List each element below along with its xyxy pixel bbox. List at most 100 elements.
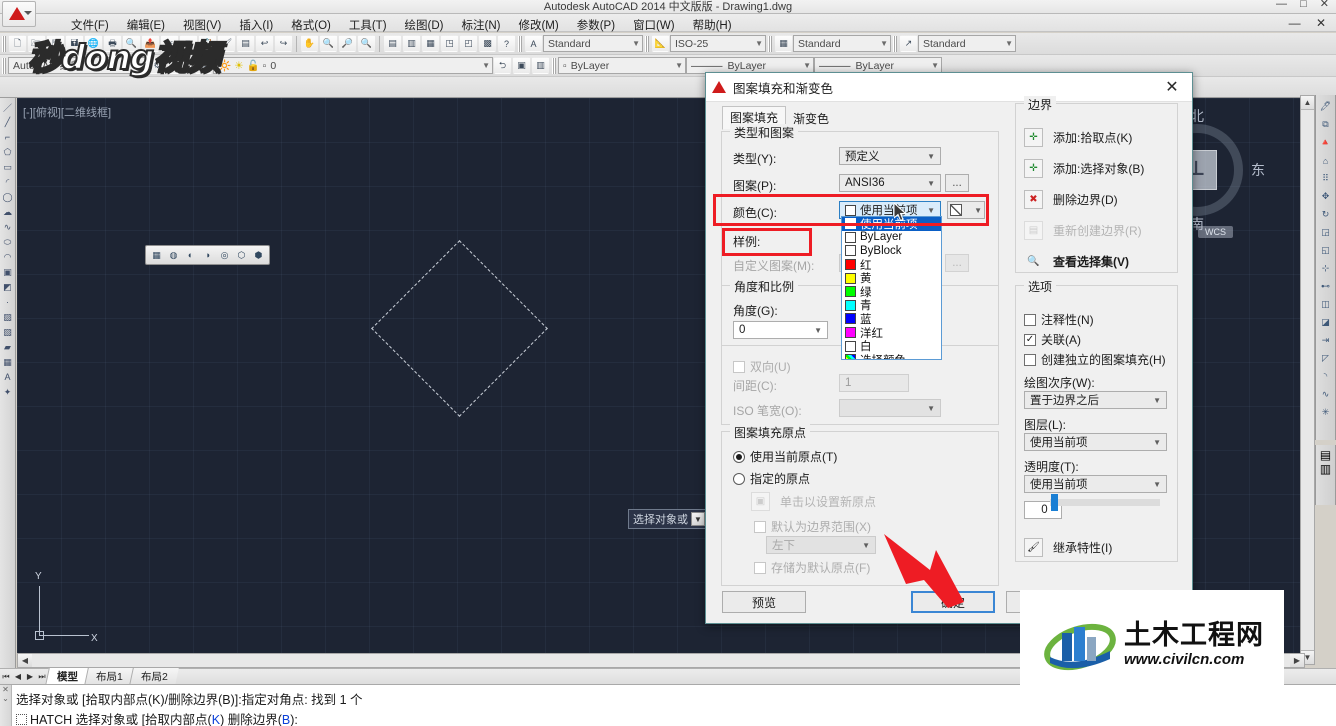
line-icon[interactable]: ／ — [1, 100, 15, 114]
properties-icon[interactable]: ▤ — [384, 35, 401, 52]
ellipse-icon[interactable]: ⬭ — [1, 235, 15, 249]
vertical-scrollbar[interactable]: ▲ ▼ — [1300, 95, 1315, 665]
next-tab-icon[interactable]: ▶ — [24, 672, 36, 681]
trim-icon[interactable]: ⊹ — [1317, 260, 1334, 277]
markup-icon[interactable]: ◰ — [460, 35, 477, 52]
scroll-left-icon[interactable]: ◀ — [18, 654, 32, 667]
table-icon[interactable]: ▦ — [1, 355, 15, 369]
menu-parametric[interactable]: 参数(P) — [568, 16, 624, 34]
array-icon[interactable]: ⠿ — [1317, 170, 1334, 187]
color-option-blue[interactable]: 蓝 — [842, 312, 941, 326]
continuous-orbit-icon[interactable]: ◎ — [217, 248, 232, 263]
spline-icon[interactable]: ∿ — [1, 220, 15, 234]
extend-icon[interactable]: ⊷ — [1317, 278, 1334, 295]
preview-button[interactable]: 预览 — [722, 591, 806, 613]
visual-style-icon[interactable]: ⬡ — [234, 248, 249, 263]
region-icon[interactable]: ▰ — [1, 340, 15, 354]
menu-help[interactable]: 帮助(H) — [684, 16, 741, 34]
layer-combo-dialog[interactable]: 使用当前项 ▼ — [1024, 433, 1167, 451]
type-combo[interactable]: 预定义 ▼ — [839, 147, 941, 165]
slider-thumb[interactable] — [1051, 494, 1058, 511]
break-icon[interactable]: ◪ — [1317, 314, 1334, 331]
paste-secondary-icon[interactable]: ▥ — [1320, 462, 1331, 476]
layer-previous-icon[interactable]: ⮌ — [494, 57, 511, 74]
color-option-red[interactable]: 红 — [842, 258, 941, 272]
toolpalettes-icon[interactable]: ▦ — [422, 35, 439, 52]
toolbar-grip-8[interactable] — [552, 57, 556, 74]
zoom-previous-icon[interactable]: 🔍 — [358, 35, 375, 52]
matchprop-icon[interactable]: 🖌 — [218, 35, 235, 52]
view-selections-button[interactable]: 🔍 查看选择集(V) — [1024, 252, 1129, 271]
sheetset-icon[interactable]: ◳ — [441, 35, 458, 52]
associative-checkbox[interactable]: ✓ 关联(A) — [1024, 331, 1081, 348]
polygon-icon[interactable]: ⬠ — [1, 145, 15, 159]
erase-icon[interactable]: 🖊 — [1317, 98, 1334, 115]
new-file-icon[interactable]: 🗋 — [9, 35, 26, 52]
toolbar-grip-5[interactable] — [893, 35, 897, 52]
pan-icon[interactable]: ✋ — [301, 35, 318, 52]
layer-make-current-icon[interactable]: ▥ — [532, 57, 549, 74]
revcloud-icon[interactable]: ☁ — [1, 205, 15, 219]
color-option-magenta[interactable]: 洋红 — [842, 326, 941, 340]
menu-draw[interactable]: 绘图(D) — [396, 16, 453, 34]
menu-window[interactable]: 窗口(W) — [624, 16, 684, 34]
menu-insert[interactable]: 插入(I) — [230, 16, 282, 34]
rectangle-icon[interactable]: ▭ — [1, 160, 15, 174]
close-icon[interactable]: ✕ — [1158, 77, 1186, 97]
object-color-combo[interactable]: ▫ ByLayer ▼ — [558, 57, 686, 74]
add-selected-icon[interactable]: ✦ — [1, 385, 15, 399]
first-tab-icon[interactable]: ⏮ — [0, 672, 12, 682]
text-style-icon[interactable]: A — [525, 35, 542, 52]
remove-boundaries-button[interactable]: ✖ 删除边界(D) — [1024, 190, 1118, 209]
separate-hatches-checkbox[interactable]: 创建独立的图案填充(H) — [1024, 351, 1166, 368]
quickcalc-icon[interactable]: ▩ — [479, 35, 496, 52]
visual-style-2-icon[interactable]: ⬢ — [251, 248, 266, 263]
transparency-combo[interactable]: 使用当前项 ▼ — [1024, 475, 1167, 493]
layer-state-icon[interactable]: ▣ — [513, 57, 530, 74]
use-current-origin-radio[interactable]: 使用当前原点(T) — [733, 448, 837, 465]
insert-block-icon[interactable]: ▣ — [1, 265, 15, 279]
menu-tools[interactable]: 工具(T) — [340, 16, 396, 34]
designcenter-icon[interactable]: ▥ — [403, 35, 420, 52]
draw-order-combo[interactable]: 置于边界之后 ▼ — [1024, 391, 1167, 409]
color-option-current[interactable]: 使用当前项 — [842, 217, 941, 231]
window-controls[interactable]: — □ ✕ — [1276, 0, 1334, 10]
viewport-label[interactable]: [-][俯视][二维线框] — [23, 104, 111, 120]
scroll-up-icon[interactable]: ▲ — [1301, 96, 1314, 110]
transparency-slider[interactable] — [1050, 494, 1160, 511]
color-option-bylayer[interactable]: ByLayer — [842, 231, 941, 245]
table-style-icon[interactable]: ▦ — [775, 35, 792, 52]
rotate-icon[interactable]: ↻ — [1317, 206, 1334, 223]
mleader-style-icon[interactable]: ↗ — [900, 35, 917, 52]
autocad-app-button[interactable] — [2, 1, 36, 27]
wcs-selector[interactable]: WCS — [1198, 226, 1233, 238]
offset-icon[interactable]: ⌂ — [1317, 152, 1334, 169]
add-select-objects-button[interactable]: ✛ 添加:选择对象(B) — [1024, 159, 1144, 178]
command-prompt-line[interactable]: HATCH 选择对象或 [拾取内部点(K) 删除边界(B): — [16, 709, 298, 726]
pattern-combo[interactable]: ANSI36 ▼ — [839, 174, 941, 192]
table-style-combo[interactable]: Standard ▼ — [793, 35, 891, 52]
toolbar-grip-3[interactable] — [645, 35, 649, 52]
blend-icon[interactable]: ∿ — [1317, 386, 1334, 403]
3d-orbit-icon[interactable]: ◍ — [166, 248, 181, 263]
redo-icon[interactable]: ↪ — [275, 35, 292, 52]
toolbar-grip-6[interactable] — [2, 57, 6, 74]
point-icon[interactable]: · — [1, 295, 15, 309]
gradient-icon[interactable]: ▧ — [1, 325, 15, 339]
explode-icon[interactable]: ✳ — [1317, 404, 1334, 421]
color-option-green[interactable]: 绿 — [842, 285, 941, 299]
scale-icon[interactable]: ◲ — [1317, 224, 1334, 241]
dim-style-combo[interactable]: ISO-25 ▼ — [670, 35, 766, 52]
prompt-expand-icon[interactable]: ▼ — [691, 512, 705, 526]
arc-icon[interactable]: ◜ — [1, 175, 15, 189]
polyline-icon[interactable]: ⌐ — [1, 130, 15, 144]
color-option-cyan[interactable]: 青 — [842, 299, 941, 312]
help-icon[interactable]: ? — [498, 35, 515, 52]
undo-icon[interactable]: ↩ — [256, 35, 273, 52]
mleader-style-combo[interactable]: Standard ▼ — [918, 35, 1016, 52]
layer-combo[interactable]: 🔆 ☀ 🔓 ▫ 0 ▼ — [213, 57, 493, 74]
toolbar-grip[interactable] — [2, 35, 6, 52]
document-window-controls[interactable]: — ✕ — [1289, 16, 1332, 30]
dim-style-icon[interactable]: 📐 — [652, 35, 669, 52]
pattern-browse-button[interactable]: ... — [945, 174, 969, 192]
